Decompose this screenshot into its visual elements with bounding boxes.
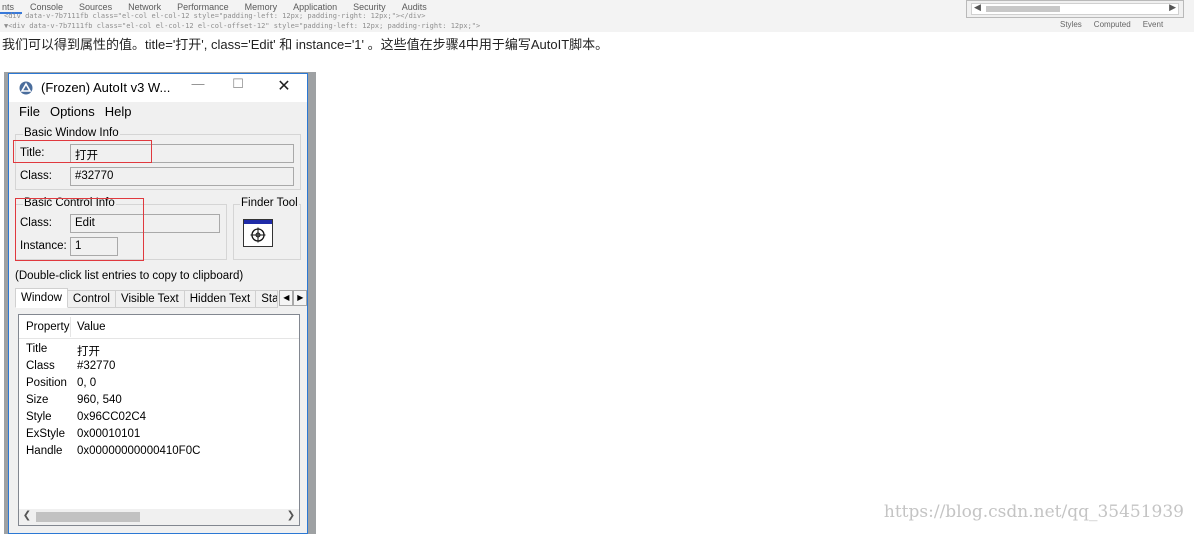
- info-tab-strip: Window Control Visible Text Hidden Text …: [15, 288, 308, 308]
- tab-scroll-right-icon[interactable]: ▶: [293, 290, 308, 306]
- list-item[interactable]: Position 0, 0: [19, 376, 299, 393]
- property-value: 0x96CC02C4: [77, 411, 147, 423]
- property-value: 0, 0: [77, 377, 97, 389]
- property-name: ExStyle: [26, 428, 65, 440]
- tab-scroll-left-icon[interactable]: ◀: [279, 290, 294, 306]
- column-header-property[interactable]: Property: [26, 321, 69, 333]
- maximize-button[interactable]: ☐: [223, 76, 253, 92]
- watermark: https://blog.csdn.net/qq_35451939: [883, 502, 1184, 522]
- tab-control[interactable]: Control: [67, 290, 116, 308]
- close-button[interactable]: ✕: [269, 76, 299, 96]
- devtools-scroll-box: ◀ ▶: [966, 0, 1184, 18]
- highlight-control-box: [15, 198, 144, 261]
- devtools-tab-computed[interactable]: Computed: [1094, 20, 1131, 29]
- list-item[interactable]: Class #32770: [19, 359, 299, 376]
- property-value: 0x00000000000410F0C: [77, 445, 201, 457]
- devtools-sidebar-tabs: Styles Computed Event: [1060, 20, 1163, 29]
- group-label: Basic Window Info: [23, 127, 120, 139]
- property-name: Style: [26, 411, 52, 423]
- scroll-right-arrow-icon[interactable]: ▶: [1169, 2, 1176, 13]
- column-header-value[interactable]: Value: [77, 321, 106, 333]
- autoit-app-icon: [19, 81, 33, 95]
- menu-bar: File Options Help: [9, 104, 137, 124]
- devtools-panel: nts Console Sources Network Performance …: [0, 0, 1194, 32]
- minimize-button[interactable]: —: [183, 76, 213, 91]
- list-item[interactable]: ExStyle 0x00010101: [19, 427, 299, 444]
- devtools-tab-event-listeners[interactable]: Event: [1143, 20, 1163, 29]
- highlight-title-box: [13, 140, 152, 163]
- devtools-code-line[interactable]: <div data-v-7b7111fb class="el-col el-co…: [4, 12, 425, 20]
- devtools-code-line[interactable]: ▼<div data-v-7b7111fb class="el-col el-c…: [4, 22, 480, 30]
- menu-options[interactable]: Options: [45, 104, 100, 124]
- tab-visible-text[interactable]: Visible Text: [115, 290, 185, 308]
- property-name: Size: [26, 394, 49, 406]
- article-paragraph: 我们可以得到属性的值。title='打开', class='Edit' 和 in…: [2, 37, 609, 52]
- property-name: Handle: [26, 445, 63, 457]
- copy-hint-text: (Double-click list entries to copy to cl…: [15, 270, 244, 282]
- finder-tool-label: Finder Tool: [240, 197, 299, 209]
- scroll-right-arrow-icon[interactable]: ❯: [284, 510, 298, 521]
- property-value: 打开: [77, 346, 100, 358]
- list-item[interactable]: Style 0x96CC02C4: [19, 410, 299, 427]
- list-item[interactable]: Title 打开: [19, 342, 299, 359]
- autoit-window-info: (Frozen) AutoIt v3 W... — ☐ ✕ File Optio…: [8, 73, 308, 534]
- scrollbar-thumb[interactable]: [36, 512, 140, 522]
- property-name: Class: [26, 360, 55, 372]
- property-name: Position: [26, 377, 67, 389]
- finder-tool-crosshair-icon[interactable]: [243, 219, 273, 247]
- property-value: #32770: [77, 360, 116, 372]
- devtools-horizontal-scrollbar[interactable]: ◀ ▶: [971, 2, 1179, 15]
- list-header: Property Value: [19, 315, 299, 339]
- tab-hidden-text[interactable]: Hidden Text: [184, 290, 257, 308]
- list-item[interactable]: Handle 0x00000000000410F0C: [19, 444, 299, 461]
- property-value: 960, 540: [77, 394, 122, 406]
- tab-statusbar[interactable]: Stat: [256, 290, 279, 308]
- scroll-left-arrow-icon[interactable]: ❮: [20, 510, 34, 521]
- devtools-tab-styles[interactable]: Styles: [1060, 20, 1082, 29]
- list-item[interactable]: Size 960, 540: [19, 393, 299, 410]
- window-class-label: Class:: [20, 170, 52, 182]
- tab-window[interactable]: Window: [15, 288, 68, 308]
- property-list[interactable]: Property Value Title 打开 Class #32770 Pos…: [18, 314, 300, 526]
- window-class-field[interactable]: #32770: [70, 167, 294, 186]
- finder-tool-group: Finder Tool: [233, 197, 301, 260]
- scroll-left-arrow-icon[interactable]: ◀: [974, 2, 981, 13]
- property-value: 0x00010101: [77, 428, 141, 440]
- menu-help[interactable]: Help: [100, 104, 137, 124]
- tab-scroll-arrows: ◀ ▶: [279, 290, 308, 308]
- property-name: Title: [26, 343, 48, 355]
- list-horizontal-scrollbar[interactable]: ❮ ❯: [19, 509, 299, 525]
- menu-file[interactable]: File: [9, 104, 45, 124]
- scrollbar-thumb[interactable]: [986, 6, 1060, 12]
- window-title: (Frozen) AutoIt v3 W...: [41, 80, 171, 95]
- column-divider[interactable]: [70, 317, 71, 337]
- window-title-bar[interactable]: (Frozen) AutoIt v3 W... — ☐ ✕: [9, 74, 307, 102]
